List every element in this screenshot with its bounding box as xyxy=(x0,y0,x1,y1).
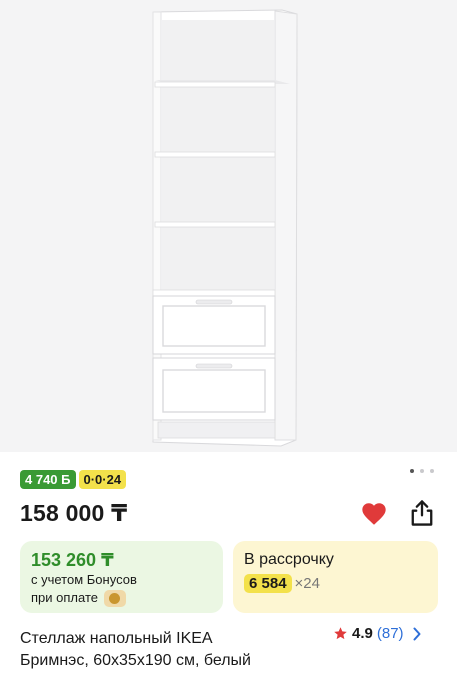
rating-link[interactable]: 4.9 (87) xyxy=(333,625,422,642)
product-price: 158 000 ₸ xyxy=(20,500,128,526)
share-icon xyxy=(411,500,433,526)
bonus-price-card[interactable]: 153 260 ₸ с учетом Бонусов при оплате xyxy=(20,541,223,613)
product-title: Стеллаж напольный IKEA Бримнэс, 60x35x19… xyxy=(20,628,320,672)
reviews-count[interactable]: (87) xyxy=(377,625,404,642)
heart-icon xyxy=(362,503,386,525)
rating-value: 4.9 xyxy=(352,625,373,642)
product-title-line2: Бримнэс, 60x35x190 см, белый xyxy=(20,652,251,669)
product-photo-bookshelf xyxy=(0,0,457,452)
gallery-pagination xyxy=(410,469,434,473)
bonus-price: 153 260 ₸ xyxy=(31,550,114,570)
installment-row: 6 584 ×24 xyxy=(244,574,427,593)
installment-multiplier: ×24 xyxy=(294,575,320,592)
favorite-button[interactable] xyxy=(360,500,388,528)
installment-badge: 0·0·24 xyxy=(78,470,127,489)
bonus-note-line2: при оплате xyxy=(31,590,98,605)
chevron-right-icon xyxy=(413,627,421,640)
installment-title: В рассрочку xyxy=(244,551,334,568)
bonus-note-line1: с учетом Бонусов xyxy=(31,572,137,587)
star-icon xyxy=(334,627,347,640)
gallery-dot[interactable] xyxy=(410,469,414,473)
gallery-dot[interactable] xyxy=(430,469,434,473)
product-title-line1: Стеллаж напольный IKEA xyxy=(20,630,213,647)
promo-badges: 4 740 Б 0·0·24 xyxy=(20,470,127,489)
product-image-gallery[interactable] xyxy=(0,0,457,452)
installment-card[interactable]: В рассрочку 6 584 ×24 xyxy=(233,541,438,613)
share-button[interactable] xyxy=(408,498,436,528)
bonus-coin-icon xyxy=(103,589,126,607)
gallery-dot[interactable] xyxy=(420,469,424,473)
bonus-badge: 4 740 Б xyxy=(20,470,76,489)
bonus-note-row: при оплате xyxy=(31,589,212,607)
installment-amount: 6 584 xyxy=(244,574,292,593)
